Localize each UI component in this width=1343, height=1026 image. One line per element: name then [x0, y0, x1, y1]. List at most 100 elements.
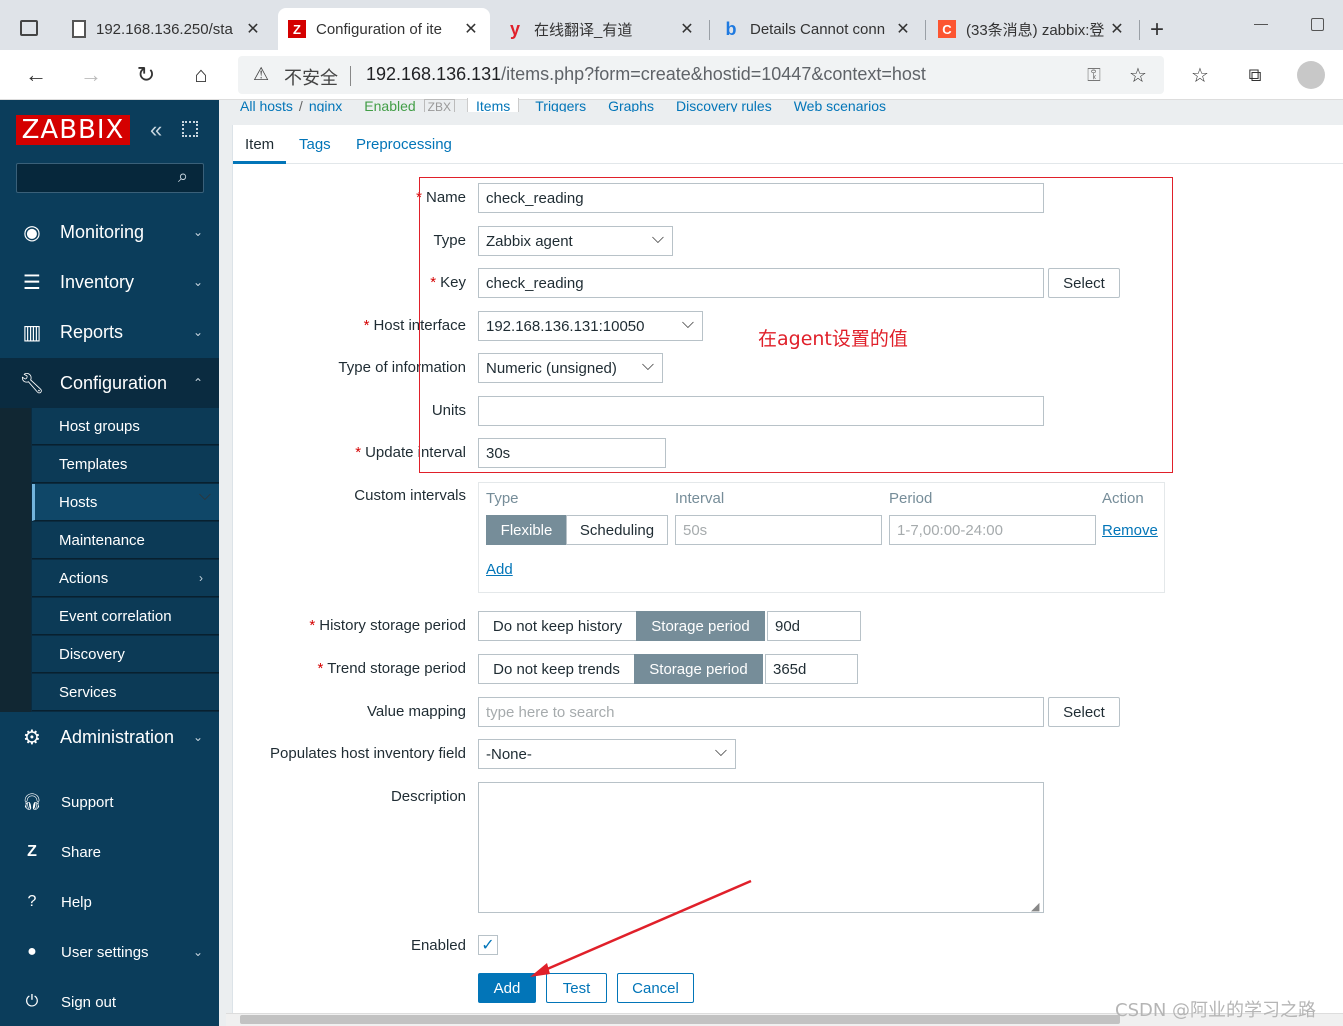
sidebar-search-input[interactable]: [16, 163, 204, 193]
host-interface-select[interactable]: 192.168.136.131:10050: [478, 311, 703, 341]
history-storage-period-button[interactable]: Storage period: [636, 611, 765, 641]
avatar[interactable]: [1297, 61, 1325, 89]
tab-items[interactable]: Items: [467, 98, 520, 112]
value-mapping-select-button[interactable]: Select: [1048, 697, 1120, 727]
tab-web-scenarios[interactable]: Web scenarios: [794, 98, 886, 112]
favorites-icon[interactable]: ☆: [1186, 61, 1214, 89]
inventory-field-select[interactable]: -None-: [478, 739, 736, 769]
trend-storage-period-button[interactable]: Storage period: [634, 654, 763, 684]
menu-reports[interactable]: ▥ Reports ⌄: [0, 307, 219, 357]
reload-icon[interactable]: ↻: [132, 61, 160, 89]
eye-icon: ◉: [23, 221, 41, 244]
sidebar-item-discovery[interactable]: Discovery: [32, 636, 219, 673]
maximize-icon[interactable]: [1311, 18, 1324, 31]
ci-type-header: Type: [486, 490, 519, 507]
sidebar-support[interactable]: 🎧︎ Support: [0, 782, 219, 822]
resize-handle-icon[interactable]: ◢: [1031, 900, 1039, 913]
enabled-checkbox[interactable]: ✓: [478, 935, 498, 955]
chevron-down-icon: ⌄: [192, 225, 203, 239]
tab-title: (33条消息) zabbix:登: [966, 21, 1105, 39]
browser-tab[interactable]: C (33条消息) zabbix:登 ✕: [928, 8, 1136, 50]
sidebar-label: Sign out: [61, 993, 117, 1011]
update-interval-input[interactable]: 30s: [478, 438, 666, 468]
tab-triggers[interactable]: Triggers: [535, 98, 586, 112]
sidebar-item-services[interactable]: Services: [32, 674, 219, 711]
menu-administration[interactable]: ⚙ Administration ⌄: [0, 712, 219, 762]
menu-monitoring[interactable]: ◉ Monitoring ⌄: [0, 207, 219, 257]
breadcrumb-host[interactable]: nginx: [309, 98, 342, 112]
key-input[interactable]: check_reading: [478, 268, 1044, 298]
home-icon[interactable]: ⌂: [187, 61, 215, 89]
ci-period-header: Period: [889, 490, 933, 507]
scrollbar-thumb[interactable]: [240, 1015, 1120, 1024]
ci-add-link[interactable]: Add: [486, 561, 513, 578]
key-select-button[interactable]: Select: [1048, 268, 1120, 298]
trend-period-input[interactable]: 365d: [765, 654, 858, 684]
close-icon[interactable]: ✕: [678, 19, 696, 39]
host-status[interactable]: Enabled: [364, 98, 415, 112]
sidebar-user-settings[interactable]: ● User settings ⌄: [0, 932, 219, 972]
tab-preprocessing[interactable]: Preprocessing: [356, 136, 452, 153]
key-icon[interactable]: ⚿: [1080, 61, 1108, 89]
zbx-badge: ZBX: [423, 99, 456, 112]
tab-tags[interactable]: Tags: [299, 136, 331, 153]
close-icon[interactable]: ✕: [1108, 19, 1126, 39]
tab-graphs[interactable]: Graphs: [608, 98, 654, 112]
type-of-information-select[interactable]: Numeric (unsigned): [478, 353, 663, 383]
minimize-icon[interactable]: [1254, 24, 1268, 25]
sidebar-label: Share: [61, 843, 102, 861]
sidebar-item-event-correlation[interactable]: Event correlation: [32, 598, 219, 635]
sidebar-share[interactable]: Z Share: [0, 832, 219, 872]
sidebar-item-templates[interactable]: Templates: [32, 446, 219, 483]
sidebar-help[interactable]: ? Help: [0, 882, 219, 922]
close-icon[interactable]: ✕: [462, 19, 480, 39]
menu-inventory[interactable]: ☰ Inventory ⌄: [0, 257, 219, 307]
sidebar-item-actions[interactable]: Actions ›: [32, 560, 219, 597]
history-period-input[interactable]: 90d: [767, 611, 861, 641]
forward-icon[interactable]: →: [77, 61, 105, 89]
name-input[interactable]: check_reading: [478, 183, 1044, 213]
type-select[interactable]: Zabbix agent: [478, 226, 673, 256]
value-mapping-input[interactable]: type here to search: [478, 697, 1044, 727]
ci-remove-link[interactable]: Remove: [1102, 522, 1158, 539]
headset-icon: 🎧︎: [21, 794, 43, 811]
browser-tab-active[interactable]: Z Configuration of ite ✕: [278, 8, 490, 50]
units-input[interactable]: [478, 396, 1044, 426]
url-text[interactable]: 192.168.136.131/items.php?form=create&ho…: [366, 64, 926, 85]
collapse-sidebar-icon[interactable]: «: [150, 117, 162, 143]
close-icon[interactable]: ✕: [894, 19, 912, 39]
new-tab-icon[interactable]: +: [1150, 16, 1164, 44]
tab-discovery-rules[interactable]: Discovery rules: [676, 98, 772, 112]
browser-tab[interactable]: b Details Cannot conn ✕: [712, 8, 922, 50]
sidebar-item-maintenance[interactable]: Maintenance: [32, 522, 219, 559]
collections-icon[interactable]: ⧉: [1241, 61, 1269, 89]
history-do-not-keep-button[interactable]: Do not keep history: [478, 611, 637, 641]
ci-flexible-button[interactable]: Flexible: [486, 515, 567, 545]
check-icon: ✓: [481, 937, 495, 954]
kiosk-mode-icon[interactable]: [182, 121, 198, 137]
inventory-field-label: Populates host inventory field: [270, 745, 466, 762]
add-favorite-icon[interactable]: ☆: [1124, 61, 1152, 89]
ci-interval-input[interactable]: 50s: [675, 515, 882, 545]
ci-period-input[interactable]: 1-7,00:00-24:00: [889, 515, 1096, 545]
back-icon[interactable]: ←: [22, 61, 50, 89]
tab-item[interactable]: Item: [245, 136, 274, 153]
units-label: Units: [431, 402, 466, 419]
zabbix-logo[interactable]: ZABBIX: [16, 115, 130, 145]
close-icon[interactable]: ✕: [244, 19, 262, 39]
trend-do-not-keep-button[interactable]: Do not keep trends: [478, 654, 635, 684]
ci-scheduling-button[interactable]: Scheduling: [566, 515, 668, 545]
tab-actions-icon[interactable]: [20, 20, 38, 36]
search-icon[interactable]: ⌕: [178, 166, 188, 187]
tab-separator: [709, 20, 710, 40]
zabbix-icon: Z: [288, 20, 306, 38]
menu-configuration[interactable]: 🔧︎ Configuration ⌃: [0, 358, 219, 408]
browser-tab[interactable]: 192.168.136.250/sta ✕: [62, 8, 272, 50]
sidebar-sign-out[interactable]: ⏻ Sign out: [0, 982, 219, 1022]
sidebar-label: User settings: [61, 943, 149, 961]
breadcrumb-all-hosts[interactable]: All hosts: [240, 98, 293, 112]
browser-tab[interactable]: y 在线翻译_有道 ✕: [496, 8, 706, 50]
sidebar-item-host-groups[interactable]: Host groups: [32, 408, 219, 445]
sidebar-item-hosts[interactable]: Hosts: [32, 484, 219, 521]
chevron-down-icon: ⌄: [192, 275, 203, 289]
